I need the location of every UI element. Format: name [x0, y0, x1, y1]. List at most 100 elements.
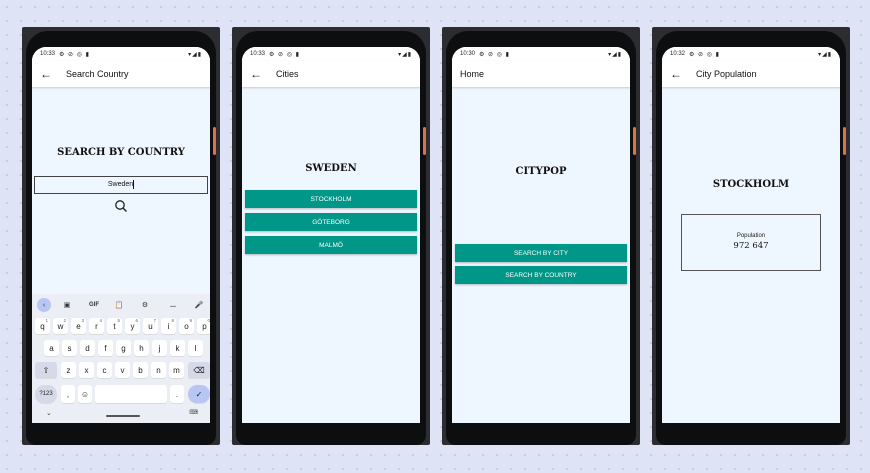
key-d[interactable]: d — [80, 340, 95, 356]
key-g[interactable]: g — [116, 340, 131, 356]
key-w[interactable]: w2 — [53, 318, 68, 334]
keyboard-toolbar: ‹ ▣ GIF 📋 ⚙ ... 🎤 — [32, 298, 210, 314]
more-options-button[interactable]: ... — [166, 298, 180, 312]
key-y[interactable]: y6 — [125, 318, 140, 334]
microphone-icon[interactable]: 🎤 — [192, 298, 206, 312]
status-notification-icons: ⚙ ⊘ ◎ ▮ — [689, 51, 720, 58]
status-bar: 10:30 ⚙ ⊘ ◎ ▮ ▾◢▮ — [452, 47, 630, 61]
population-card: Population 972 647 — [681, 214, 821, 271]
key-t[interactable]: t5 — [107, 318, 122, 334]
population-value: 972 647 — [733, 241, 769, 251]
period-key[interactable]: . — [170, 385, 184, 403]
status-time: 10:32 — [670, 51, 686, 57]
page-heading: SWEDEN — [305, 163, 357, 174]
country-search-input[interactable]: Sweden — [34, 176, 208, 194]
key-r[interactable]: r4 — [89, 318, 104, 334]
key-h[interactable]: h — [134, 340, 149, 356]
phone-frame: 10:33 ⚙ ⊘ ◎ ▮ ▾◢▮ ← Cities SWEDEN STOCKH… — [236, 31, 426, 445]
key-n[interactable]: n — [151, 362, 166, 378]
status-bar: 10:33 ⚙ ⊘ ◎ ▮ ▾◢▮ — [242, 47, 420, 61]
search-input-value: Sweden — [107, 181, 134, 188]
home-indicator[interactable] — [106, 415, 140, 417]
key-v[interactable]: v — [115, 362, 130, 378]
app-bar: ← City Population — [662, 61, 840, 87]
status-notification-icons: ⚙ ⊘ ◎ ▮ — [269, 51, 300, 58]
screen: 10:33 ⚙ ⊘ ◎ ▮ ▾◢▮ ← Cities SWEDEN STOCKH… — [242, 47, 420, 423]
status-bar: 10:32 ⚙ ⊘ ◎ ▮ ▾◢▮ — [662, 47, 840, 61]
spacebar[interactable] — [95, 385, 167, 403]
key-x[interactable]: x — [79, 362, 94, 378]
app-bar: ← Search Country — [32, 61, 210, 87]
key-e[interactable]: e3 — [71, 318, 86, 334]
power-button — [633, 127, 636, 155]
keyboard-row-3: ⇧ z x c v b n m ⌫ — [32, 362, 210, 378]
phone-frame: 10:32 ⚙ ⊘ ◎ ▮ ▾◢▮ ← City Population STOC… — [656, 31, 846, 445]
screen: 10:32 ⚙ ⊘ ◎ ▮ ▾◢▮ ← City Population STOC… — [662, 47, 840, 423]
key-c[interactable]: c — [97, 362, 112, 378]
page-heading: CITYPOP — [515, 166, 567, 177]
key-j[interactable]: j — [152, 340, 167, 356]
enter-check-icon[interactable]: ✓ — [188, 385, 210, 403]
keyboard-row-4: ?123 , ☺ . ✓ — [32, 385, 210, 403]
gear-icon[interactable]: ⚙ — [138, 298, 152, 312]
key-m[interactable]: m — [169, 362, 184, 378]
device-city-population: 10:32 ⚙ ⊘ ◎ ▮ ▾◢▮ ← City Population STOC… — [652, 27, 850, 445]
key-s[interactable]: s — [62, 340, 77, 356]
device-cities: 10:33 ⚙ ⊘ ◎ ▮ ▾◢▮ ← Cities SWEDEN STOCKH… — [232, 27, 430, 445]
key-b[interactable]: b — [133, 362, 148, 378]
chevron-left-icon[interactable]: ‹ — [37, 298, 51, 312]
key-i[interactable]: i8 — [161, 318, 176, 334]
search-button[interactable] — [32, 199, 210, 218]
back-arrow-icon[interactable]: ← — [250, 68, 262, 80]
app-bar-title: Cities — [276, 69, 299, 79]
page-heading: SEARCH BY COUNTRY — [57, 147, 185, 158]
key-l[interactable]: l — [188, 340, 203, 356]
app-bar-title: Search Country — [66, 69, 129, 79]
back-arrow-icon[interactable]: ← — [670, 68, 682, 80]
search-icon — [115, 200, 127, 212]
app-bar: ← Cities — [242, 61, 420, 87]
search-by-city-button[interactable]: SEARCH BY CITY — [455, 244, 627, 262]
soft-keyboard: ‹ ▣ GIF 📋 ⚙ ... 🎤 q1 w2 e3 r4 t5 y6 u7 i… — [32, 294, 210, 423]
symbols-key[interactable]: ?123 — [35, 385, 57, 403]
search-by-country-button[interactable]: SEARCH BY COUNTRY — [455, 266, 627, 284]
backspace-icon[interactable]: ⌫ — [188, 362, 210, 378]
city-button-stockholm[interactable]: STOCKHOLM — [245, 190, 417, 208]
power-button — [213, 127, 216, 155]
city-button-goteborg[interactable]: GÖTEBORG — [245, 213, 417, 231]
key-a[interactable]: a — [44, 340, 59, 356]
keyboard-nav-bar: ⌄ ⌨ — [32, 409, 210, 421]
keyboard-row-2: a s d f g h j k l — [32, 340, 210, 356]
key-q[interactable]: q1 — [35, 318, 50, 334]
status-time: 10:33 — [40, 51, 56, 57]
back-arrow-icon[interactable]: ← — [40, 68, 52, 80]
key-k[interactable]: k — [170, 340, 185, 356]
screen: 10:33 ⚙ ⊘ ◎ ▮ ▾◢▮ ← Search Country SEARC… — [32, 47, 210, 423]
app-bar-title: City Population — [696, 69, 757, 79]
sticker-icon[interactable]: ▣ — [60, 298, 74, 312]
device-search-country: 10:33 ⚙ ⊘ ◎ ▮ ▾◢▮ ← Search Country SEARC… — [22, 27, 220, 445]
status-notification-icons: ⚙ ⊘ ◎ ▮ — [479, 51, 510, 58]
device-home: 10:30 ⚙ ⊘ ◎ ▮ ▾◢▮ Home CITYPOP SEARCH BY… — [442, 27, 640, 445]
chevron-down-icon[interactable]: ⌄ — [46, 409, 52, 417]
clipboard-icon[interactable]: 📋 — [112, 298, 126, 312]
gif-button[interactable]: GIF — [85, 298, 103, 312]
comma-key[interactable]: , — [61, 385, 75, 403]
key-z[interactable]: z — [61, 362, 76, 378]
key-f[interactable]: f — [98, 340, 113, 356]
key-u[interactable]: u7 — [143, 318, 158, 334]
city-button-malmo[interactable]: MALMÖ — [245, 236, 417, 254]
screen: 10:30 ⚙ ⊘ ◎ ▮ ▾◢▮ Home CITYPOP SEARCH BY… — [452, 47, 630, 423]
app-bar-title: Home — [460, 69, 485, 79]
power-button — [843, 127, 846, 155]
phone-frame: 10:33 ⚙ ⊘ ◎ ▮ ▾◢▮ ← Search Country SEARC… — [26, 31, 216, 445]
status-signal-battery-icons: ▾◢▮ — [818, 51, 832, 58]
keyboard-switch-icon[interactable]: ⌨ — [189, 409, 198, 416]
emoji-icon[interactable]: ☺ — [78, 385, 92, 403]
status-signal-battery-icons: ▾◢▮ — [398, 51, 412, 58]
shift-icon[interactable]: ⇧ — [35, 362, 57, 378]
status-notification-icons: ⚙ ⊘ ◎ ▮ — [59, 51, 90, 58]
app-bar: Home — [452, 61, 630, 87]
key-p[interactable]: p0 — [197, 318, 210, 334]
key-o[interactable]: o9 — [179, 318, 194, 334]
